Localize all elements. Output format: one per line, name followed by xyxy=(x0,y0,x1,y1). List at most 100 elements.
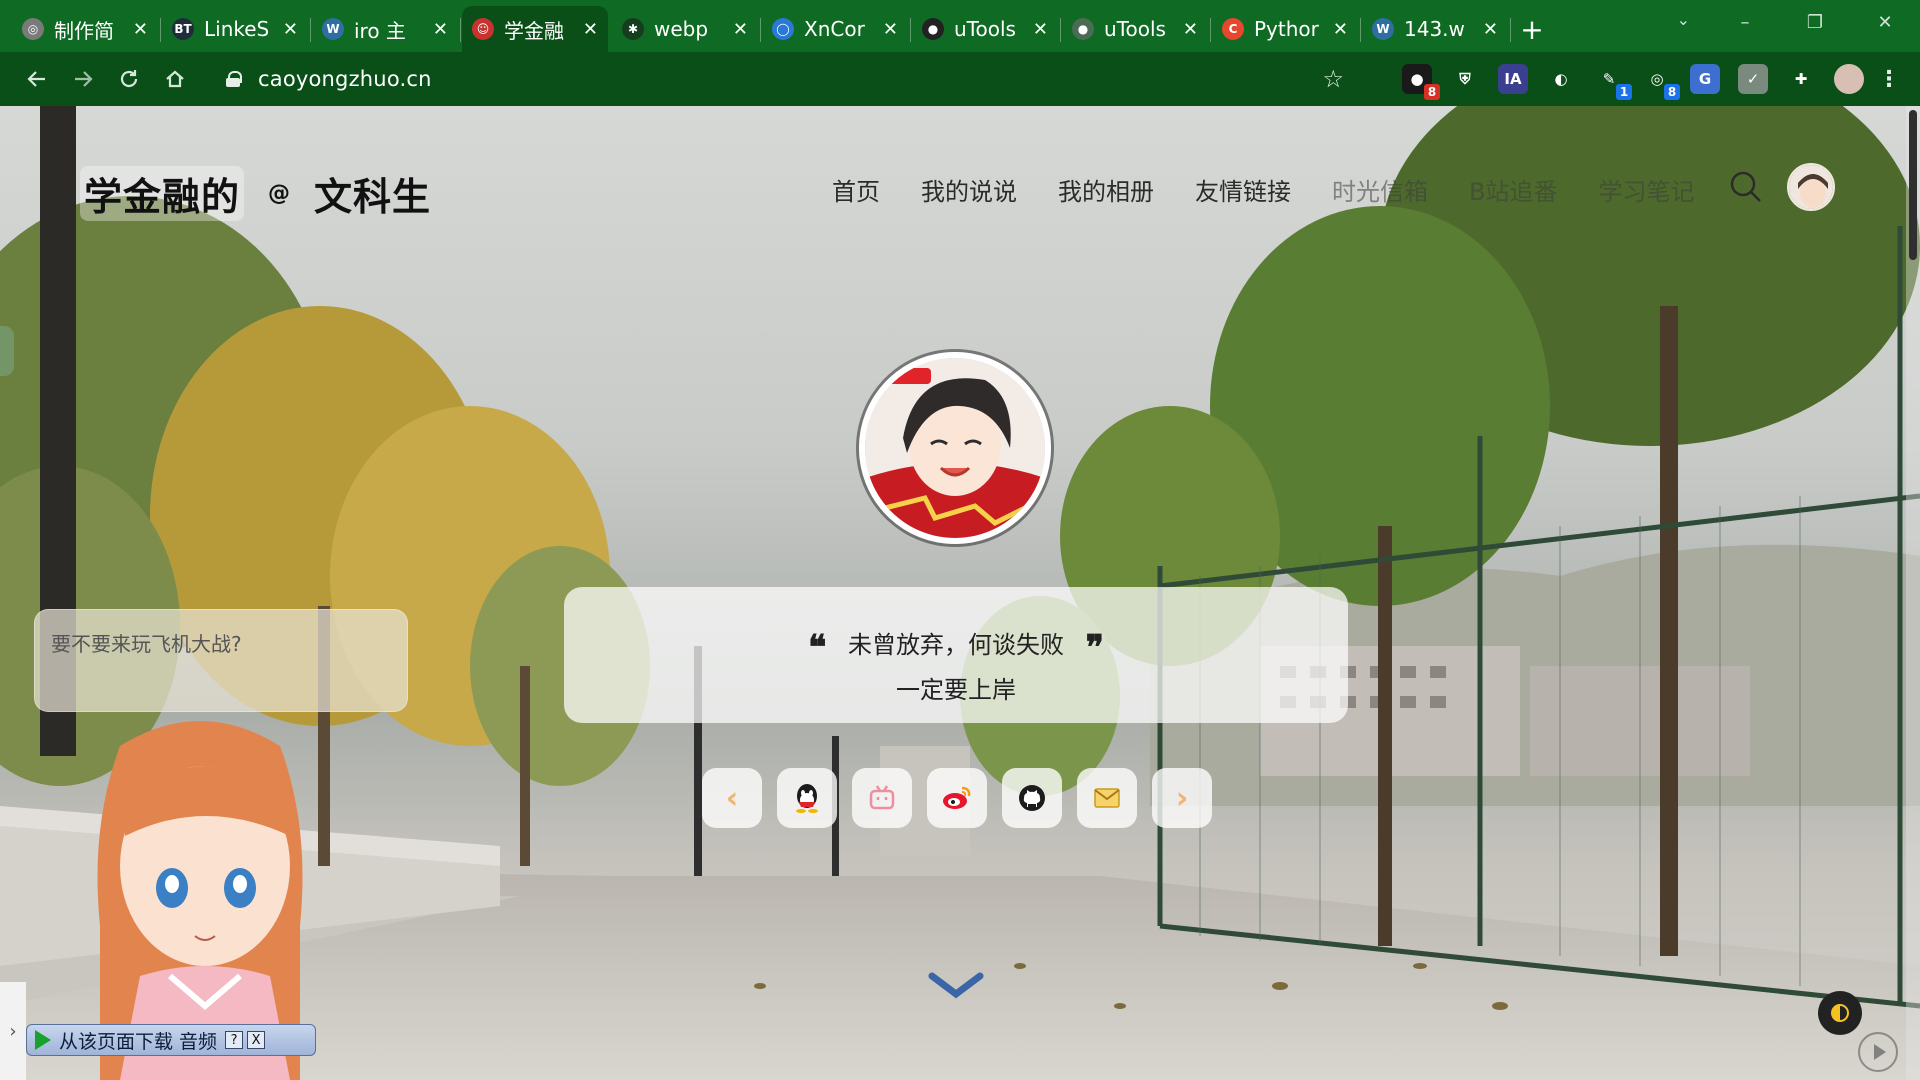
tab-close-icon[interactable]: ✕ xyxy=(883,19,898,40)
tab-close-icon[interactable]: ✕ xyxy=(1033,19,1048,40)
menu-kebab-icon[interactable]: ⋮ xyxy=(1878,67,1900,92)
key-ext-icon[interactable]: ✎ 1 xyxy=(1594,64,1632,100)
address-url[interactable]: caoyongzhuo.cn xyxy=(258,67,432,91)
tab-search-icon[interactable]: ⌄ xyxy=(1677,10,1690,29)
restore-button[interactable]: ❐ xyxy=(1780,0,1850,44)
quote-card: ❝ 未曾放弃，何谈失败 ❞ 一定要上岸 xyxy=(564,587,1348,723)
collapse-panel-button[interactable]: › xyxy=(0,982,26,1080)
play-icon[interactable] xyxy=(35,1030,51,1050)
tab-label[interactable]: iro 主 xyxy=(354,15,425,44)
site-header: 学金融的 @ 文科生 首页 我的说说 我的相册 友情链接 时光信箱 B站追番 学… xyxy=(0,106,1920,266)
puzzle-ext-icon[interactable]: ✚ xyxy=(1786,64,1816,94)
next-arrow-button[interactable]: › xyxy=(1152,768,1212,828)
search-icon[interactable] xyxy=(1729,170,1763,204)
nav-time-mailbox[interactable]: 时光信箱 xyxy=(1332,172,1428,207)
tab-close-icon[interactable]: ✕ xyxy=(1333,19,1348,40)
weibo-button[interactable] xyxy=(927,768,987,828)
minimize-button[interactable]: – xyxy=(1710,0,1780,44)
site-logo[interactable]: 学金融的 @ 文科生 xyxy=(80,166,431,221)
arrow-right-icon xyxy=(75,71,93,87)
browser-tab[interactable]: BT LinkeS ✕ xyxy=(162,6,311,52)
tab-label[interactable]: 143.w xyxy=(1404,17,1475,41)
forward-button[interactable] xyxy=(60,56,106,102)
github-button[interactable] xyxy=(1002,768,1062,828)
bt-icon: BT xyxy=(172,18,194,40)
audio-download-label[interactable]: 从该页面下载 音频 xyxy=(59,1027,217,1054)
browser-tab[interactable]: ✱ webp ✕ xyxy=(612,6,761,52)
help-icon[interactable]: ? xyxy=(225,1031,244,1049)
back-button[interactable] xyxy=(14,56,60,102)
quote-close-icon: ❞ xyxy=(1085,628,1104,668)
close-icon[interactable]: X xyxy=(247,1031,266,1049)
lock-icon[interactable] xyxy=(226,71,242,87)
reload-button[interactable] xyxy=(106,56,152,102)
logo-at[interactable]: @ xyxy=(268,181,290,206)
tab-label[interactable]: 学金融 xyxy=(504,15,575,44)
qq-button[interactable] xyxy=(777,768,837,828)
browser-tab[interactable]: C Pythor ✕ xyxy=(1212,6,1361,52)
tab-close-icon[interactable]: ✕ xyxy=(733,19,748,40)
github-icon: ● xyxy=(922,18,944,40)
home-button[interactable] xyxy=(152,56,198,102)
scrollbar-thumb[interactable] xyxy=(1909,110,1917,260)
translate-ext-icon[interactable]: G xyxy=(1690,64,1720,94)
tab-label[interactable]: Pythor xyxy=(1254,17,1325,41)
browser-tab[interactable]: Wiro 主 ✕ xyxy=(312,6,461,52)
tab-separator xyxy=(1510,18,1511,42)
tab-close-icon[interactable]: ✕ xyxy=(133,19,148,40)
color-ext-icon[interactable]: ◐ xyxy=(1546,64,1576,94)
side-drawer-tab[interactable] xyxy=(0,326,14,376)
profile-avatar-button[interactable] xyxy=(1834,64,1864,94)
half-moon-icon xyxy=(1831,1004,1849,1022)
prev-arrow-button[interactable]: ‹ xyxy=(702,768,762,828)
browser-tab[interactable]: ◯ XnCor ✕ xyxy=(762,6,911,52)
theme-toggle-button[interactable] xyxy=(1818,991,1862,1035)
tab-close-icon[interactable]: ✕ xyxy=(1183,19,1198,40)
logo-part-1[interactable]: 学金融的 xyxy=(80,166,245,221)
user-avatar[interactable] xyxy=(1787,163,1835,211)
adblock-ext-icon[interactable]: ● 8 xyxy=(1402,64,1440,100)
tab-label[interactable]: XnCor xyxy=(804,17,875,41)
email-button[interactable] xyxy=(1077,768,1137,828)
tab-close-icon[interactable]: ✕ xyxy=(583,19,598,40)
address-bar[interactable]: caoyongzhuo.cn ☆ xyxy=(210,59,1360,99)
tab-close-icon[interactable]: ✕ xyxy=(1483,19,1498,40)
bilibili-button[interactable] xyxy=(852,768,912,828)
browser-tab[interactable]: ☺ 学金融 ✕ xyxy=(462,6,608,52)
tab-close-icon[interactable]: ✕ xyxy=(433,19,448,40)
page-scrollbar[interactable] xyxy=(1906,106,1920,1080)
extension-badge: 8 xyxy=(1424,84,1440,100)
profile-avatar[interactable] xyxy=(859,352,1051,544)
nav-bilibili-anime[interactable]: B站追番 xyxy=(1469,172,1557,207)
tab-label[interactable]: 制作简 xyxy=(54,15,125,44)
browser-tab[interactable]: ● uTools ✕ xyxy=(912,6,1061,52)
audio-download-widget[interactable]: 从该页面下载 音频 ? X xyxy=(26,1024,316,1056)
nav-moments[interactable]: 我的说说 xyxy=(921,172,1017,207)
extension-badge: 8 xyxy=(1664,84,1680,100)
logo-part-2[interactable]: 文科生 xyxy=(314,166,431,221)
scroll-down-chevron-icon[interactable] xyxy=(928,970,984,1000)
email-icon xyxy=(1094,788,1120,808)
cat-ext-icon[interactable]: ◎ 8 xyxy=(1642,64,1680,100)
bookmark-star-icon[interactable]: ☆ xyxy=(1322,65,1344,93)
nav-album[interactable]: 我的相册 xyxy=(1058,172,1154,207)
shield-ext-icon[interactable]: ⛨ xyxy=(1450,64,1480,94)
reload-icon xyxy=(120,70,138,88)
nav-friend-links[interactable]: 友情链接 xyxy=(1195,172,1291,207)
new-tab-button[interactable]: + xyxy=(1512,6,1552,52)
tab-label[interactable]: uTools xyxy=(954,17,1025,41)
browser-tab[interactable]: ◎ 制作简 ✕ xyxy=(12,6,161,52)
browser-tab[interactable]: W 143.w ✕ xyxy=(1362,6,1511,52)
check-ext-icon[interactable]: ✓ xyxy=(1738,64,1768,94)
tab-label[interactable]: LinkeS xyxy=(204,17,275,41)
tab-label[interactable]: webp xyxy=(654,17,725,41)
ia-ext-icon[interactable]: IA xyxy=(1498,64,1528,94)
nav-home[interactable]: 首页 xyxy=(832,172,880,207)
music-player-icon[interactable] xyxy=(1858,1032,1898,1072)
tab-close-icon[interactable]: ✕ xyxy=(283,19,298,40)
browser-tab[interactable]: ● uTools ✕ xyxy=(1062,6,1211,52)
nav-study-notes[interactable]: 学习笔记 xyxy=(1598,172,1694,207)
weibo-icon xyxy=(943,786,971,809)
tab-label[interactable]: uTools xyxy=(1104,17,1175,41)
close-window-button[interactable]: ✕ xyxy=(1850,0,1920,44)
